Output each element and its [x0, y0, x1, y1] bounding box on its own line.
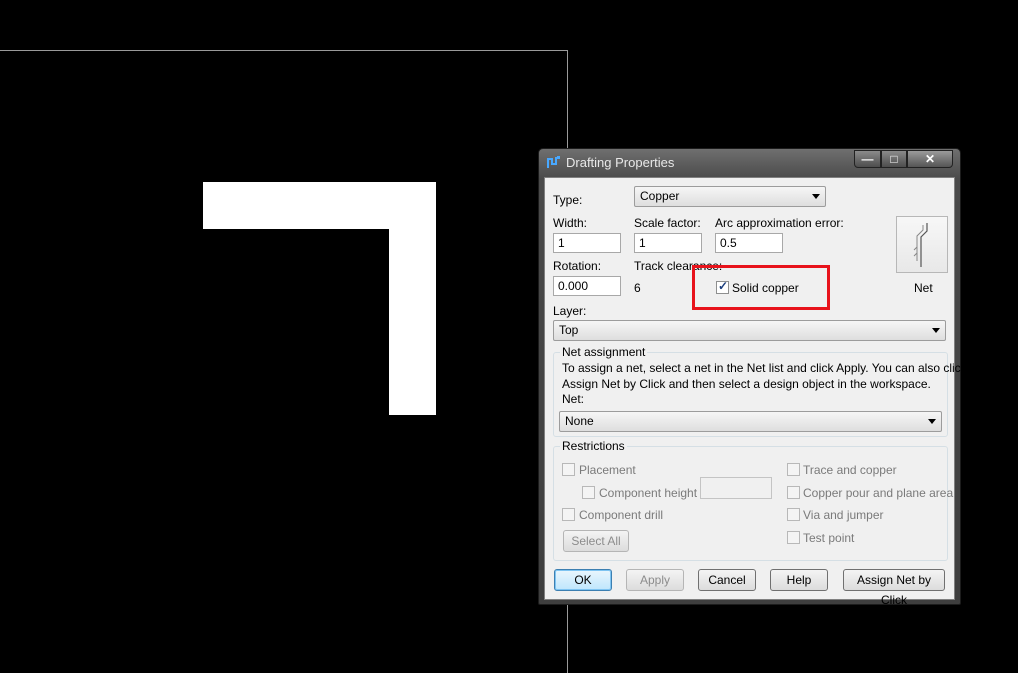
net-label: Net: [562, 392, 585, 406]
restrictions-title: Restrictions [560, 439, 627, 453]
type-label: Type: [553, 193, 583, 207]
minimize-button[interactable]: — [854, 150, 881, 168]
track-clearance-value: 6 [634, 281, 641, 295]
component-drill-checkbox[interactable] [562, 508, 575, 521]
chevron-down-icon [928, 419, 936, 424]
component-height-checkbox[interactable] [582, 486, 595, 499]
layer-label: Layer: [553, 304, 587, 318]
net-assignment-description-1: To assign a net, select a net in the Net… [562, 361, 967, 375]
rotation-input[interactable]: 0.000 [553, 276, 621, 296]
scale-factor-label: Scale factor: [634, 216, 701, 230]
placement-checkbox[interactable] [562, 463, 575, 476]
net-button-label: Net [914, 281, 933, 295]
close-button[interactable]: ✕ [907, 150, 953, 168]
net-button[interactable] [896, 216, 948, 273]
close-icon: ✕ [924, 152, 936, 166]
type-dropdown[interactable]: Copper [634, 186, 826, 207]
via-and-jumper-label: Via and jumper [803, 508, 884, 522]
trace-and-copper-label: Trace and copper [803, 463, 897, 477]
copper-pour-checkbox[interactable] [787, 486, 800, 499]
board-outline-top [0, 50, 568, 51]
maximize-icon: □ [890, 152, 898, 166]
title-bar[interactable]: Drafting Properties — □ ✕ [539, 149, 960, 177]
width-input[interactable]: 1 [553, 233, 621, 253]
layer-dropdown[interactable]: Top [553, 320, 946, 341]
ok-button[interactable]: OK [554, 569, 612, 591]
minimize-icon: — [861, 152, 874, 166]
chevron-down-icon [812, 194, 820, 199]
type-value: Copper [640, 189, 680, 203]
layer-value: Top [559, 323, 579, 337]
width-label: Width: [553, 216, 588, 230]
net-value: None [565, 414, 594, 428]
via-and-jumper-checkbox[interactable] [787, 508, 800, 521]
maximize-button[interactable]: □ [881, 150, 907, 168]
chevron-down-icon [932, 328, 940, 333]
net-trace-icon [913, 223, 928, 267]
component-height-label: Component height [599, 486, 698, 500]
rotation-label: Rotation: [553, 259, 602, 273]
highlight-box [692, 265, 830, 310]
help-button[interactable]: Help [770, 569, 828, 591]
net-dropdown[interactable]: None [559, 411, 942, 432]
net-assignment-description-2: Assign Net by Click and then select a de… [562, 377, 931, 391]
arc-approximation-input[interactable]: 0.5 [715, 233, 783, 253]
trace-and-copper-checkbox[interactable] [787, 463, 800, 476]
placement-label: Placement [579, 463, 636, 477]
drafting-properties-dialog: Drafting Properties — □ ✕ Type: Copper N… [538, 148, 967, 607]
arc-approximation-label: Arc approximation error: [715, 216, 844, 230]
app-icon [547, 156, 560, 168]
copper-pour-label: Copper pour and plane area [803, 486, 954, 500]
test-point-checkbox[interactable] [787, 531, 800, 544]
dialog-body: Type: Copper Net Width: 1 Scale factor: … [544, 177, 967, 607]
scale-factor-input[interactable]: 1 [634, 233, 702, 253]
apply-button[interactable]: Apply [626, 569, 684, 591]
select-all-button[interactable]: Select All [563, 530, 629, 552]
component-drill-label: Component drill [579, 508, 664, 522]
copper-shape-vertical[interactable] [389, 182, 436, 415]
dialog-title: Drafting Properties [566, 155, 675, 170]
net-assignment-title: Net assignment [560, 345, 648, 359]
cancel-button[interactable]: Cancel [698, 569, 756, 591]
component-height-input[interactable] [700, 477, 772, 499]
test-point-label: Test point [803, 531, 855, 545]
assign-net-by-click-button[interactable]: Assign Net by Click [843, 569, 945, 607]
